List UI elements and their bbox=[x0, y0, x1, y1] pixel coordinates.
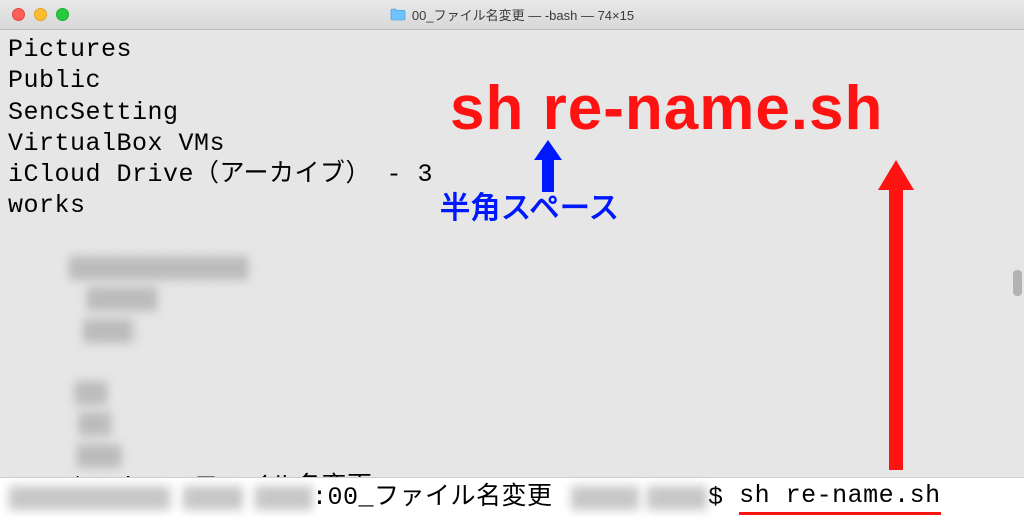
output-line: Pictures bbox=[8, 34, 1016, 65]
redacted-text bbox=[80, 412, 110, 436]
minimize-button[interactable] bbox=[34, 8, 47, 21]
output-line: works bbox=[8, 190, 1016, 221]
redacted-text bbox=[88, 287, 158, 311]
redacted-text bbox=[10, 486, 170, 510]
window-titlebar: 00_ファイル名変更 — -bash — 74×15 bbox=[0, 0, 1024, 30]
redacted-text bbox=[184, 486, 244, 510]
output-line: iCloud Drive（アーカイブ） - 3 bbox=[8, 159, 1016, 190]
current-prompt-bar[interactable]: :00_ファイル名変更 $ sh re-name.sh bbox=[0, 477, 1024, 517]
folder-icon bbox=[390, 8, 406, 21]
window-title: 00_ファイル名変更 — -bash — 74×15 bbox=[412, 5, 634, 24]
terminal-viewport[interactable]: Pictures Public SencSetting VirtualBox V… bbox=[0, 30, 1024, 517]
window-controls bbox=[0, 8, 69, 21]
scrollbar-thumb[interactable] bbox=[1013, 270, 1022, 296]
redacted-text bbox=[256, 486, 312, 510]
output-line: SencSetting bbox=[8, 97, 1016, 128]
redacted-text bbox=[76, 381, 106, 405]
redacted-text bbox=[78, 444, 120, 468]
redacted-text bbox=[572, 486, 638, 510]
redacted-text bbox=[84, 319, 134, 343]
prompt-line-cd: $ cd 00_ファイル名変更 bbox=[8, 222, 1016, 517]
typed-command[interactable]: sh re-name.sh bbox=[739, 480, 941, 515]
close-button[interactable] bbox=[12, 8, 25, 21]
cwd-path: :00_ファイル名変更 bbox=[312, 482, 553, 513]
output-line: VirtualBox VMs bbox=[8, 128, 1016, 159]
zoom-button[interactable] bbox=[56, 8, 69, 21]
prompt-symbol: $ bbox=[708, 482, 724, 513]
redacted-text bbox=[70, 256, 250, 280]
redacted-text bbox=[648, 486, 708, 510]
output-line: Public bbox=[8, 65, 1016, 96]
